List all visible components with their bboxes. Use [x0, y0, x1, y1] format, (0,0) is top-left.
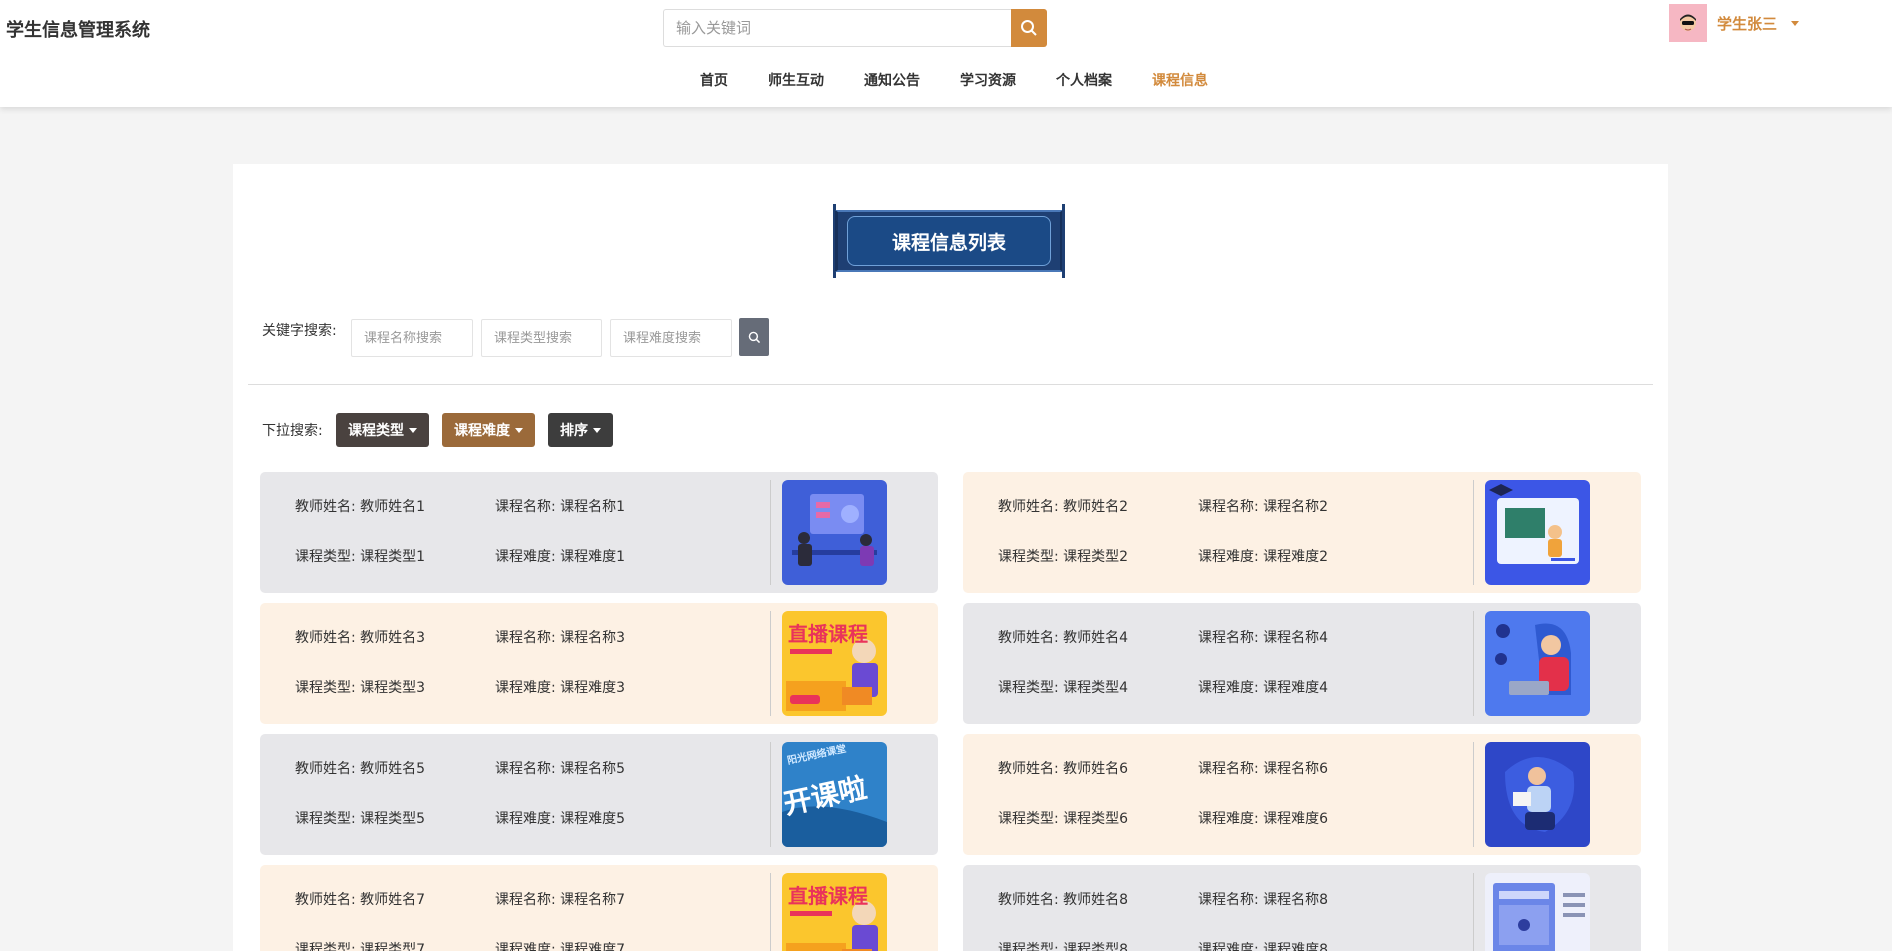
teacher-name: 教师姓名: 教师姓名5 [295, 761, 426, 777]
course-thumbnail[interactable] [1485, 611, 1590, 716]
course-difficulty: 课程难度: 课程难度8 [1198, 942, 1329, 951]
chevron-down-icon [1791, 20, 1800, 26]
user-menu[interactable]: 学生张三 [1669, 4, 1800, 42]
course-difficulty: 课程难度: 课程难度3 [495, 680, 626, 696]
avatar-face-icon [1680, 14, 1696, 31]
card-divider [770, 742, 771, 847]
card-divider [1473, 480, 1474, 585]
nav-item-3[interactable]: 学习资源 [940, 70, 1036, 90]
course-name: 课程名称: 课程名称7 [495, 892, 626, 908]
top-header: 学生信息管理系统 学生张三 首页师生互动通知公告学习资源个人档案课程信息 [0, 0, 1892, 107]
scroll-rod-right [1062, 204, 1065, 278]
course-thumbnail[interactable]: 阳光网络课堂 开课啦 [782, 742, 887, 847]
global-search [663, 9, 1047, 47]
nav-item-4[interactable]: 个人档案 [1036, 70, 1132, 90]
card-divider [770, 873, 771, 951]
sort-dropdown[interactable]: 排序 [548, 413, 613, 447]
course-type: 课程类型: 课程类型4 [998, 680, 1129, 696]
keyword-search-button[interactable] [739, 318, 769, 356]
course-name: 课程名称: 课程名称4 [1198, 630, 1329, 646]
card-divider [1473, 611, 1474, 716]
course-difficulty-dropdown[interactable]: 课程难度 [442, 413, 535, 447]
course-name: 课程名称: 课程名称1 [495, 499, 626, 515]
course-card[interactable]: 教师姓名: 教师姓名1 课程名称: 课程名称1 课程类型: 课程类型1 课程难度… [260, 472, 938, 593]
card-divider [1473, 742, 1474, 847]
nav-item-0[interactable]: 首页 [680, 70, 748, 90]
dropdown-label: 课程难度 [454, 423, 510, 439]
course-difficulty: 课程难度: 课程难度6 [1198, 811, 1329, 827]
course-type: 课程类型: 课程类型7 [295, 942, 426, 951]
course-card[interactable]: 教师姓名: 教师姓名8 课程名称: 课程名称8 课程类型: 课程类型8 课程难度… [963, 865, 1641, 951]
course-difficulty: 课程难度: 课程难度2 [1198, 549, 1329, 565]
search-icon [1021, 20, 1037, 36]
keyword-search-label: 关键字搜索: [262, 323, 337, 339]
course-name: 课程名称: 课程名称3 [495, 630, 626, 646]
course-type: 课程类型: 课程类型2 [998, 549, 1129, 565]
course-type: 课程类型: 课程类型1 [295, 549, 426, 565]
nav-item-1[interactable]: 师生互动 [748, 70, 844, 90]
teacher-name: 教师姓名: 教师姓名7 [295, 892, 426, 908]
course-thumbnail[interactable] [782, 480, 887, 585]
course-card[interactable]: 教师姓名: 教师姓名2 课程名称: 课程名称2 课程类型: 课程类型2 课程难度… [963, 472, 1641, 593]
course-name: 课程名称: 课程名称2 [1198, 499, 1329, 515]
course-type: 课程类型: 课程类型3 [295, 680, 426, 696]
search-icon [748, 331, 760, 343]
dropdown-label: 课程类型 [348, 423, 404, 439]
course-type: 课程类型: 课程类型5 [295, 811, 426, 827]
user-name: 学生张三 [1717, 14, 1778, 33]
course-type: 课程类型: 课程类型8 [998, 942, 1129, 951]
card-divider [770, 480, 771, 585]
site-title: 学生信息管理系统 [6, 20, 150, 41]
card-divider [770, 611, 771, 716]
teacher-name: 教师姓名: 教师姓名8 [998, 892, 1129, 908]
course-difficulty-search-input[interactable] [610, 319, 732, 357]
dropdown-search-label: 下拉搜索: [262, 423, 323, 439]
card-divider [1473, 873, 1474, 951]
course-type: 课程类型: 课程类型6 [998, 811, 1129, 827]
course-name: 课程名称: 课程名称6 [1198, 761, 1329, 777]
course-card[interactable]: 教师姓名: 教师姓名3 课程名称: 课程名称3 课程类型: 课程类型3 课程难度… [260, 603, 938, 724]
course-name-search-input[interactable] [351, 319, 473, 357]
main-nav: 首页 师生互动 通知公告 学习资源 个人档案 课程信息 [680, 70, 1228, 90]
nav-item-5[interactable]: 课程信息 [1132, 70, 1228, 90]
page-title: 课程信息列表 [847, 216, 1051, 266]
teacher-name: 教师姓名: 教师姓名6 [998, 761, 1129, 777]
course-name: 课程名称: 课程名称5 [495, 761, 626, 777]
chevron-down-icon [593, 427, 601, 433]
svg-text:直播课程: 直播课程 [788, 622, 868, 646]
course-thumbnail[interactable]: 直播课程 [782, 873, 887, 951]
course-thumbnail[interactable] [1485, 480, 1590, 585]
teacher-name: 教师姓名: 教师姓名3 [295, 630, 426, 646]
course-difficulty: 课程难度: 课程难度7 [495, 942, 626, 951]
course-thumbnail[interactable] [1485, 742, 1590, 847]
course-card[interactable]: 教师姓名: 教师姓名4 课程名称: 课程名称4 课程类型: 课程类型4 课程难度… [963, 603, 1641, 724]
course-list-panel: 课程信息列表 关键字搜索: 下拉搜索: 课程类型 课程难度 排序 教师姓名: 教… [233, 164, 1668, 951]
course-card[interactable]: 教师姓名: 教师姓名7 课程名称: 课程名称7 课程类型: 课程类型7 课程难度… [260, 865, 938, 951]
dropdown-label: 排序 [560, 423, 588, 439]
course-thumbnail[interactable] [1485, 873, 1590, 951]
divider [248, 384, 1653, 385]
course-type-search-input[interactable] [481, 319, 602, 357]
global-search-button[interactable] [1011, 9, 1047, 47]
page-title-banner: 课程信息列表 [829, 204, 1069, 278]
nav-item-2[interactable]: 通知公告 [844, 70, 940, 90]
chevron-down-icon [515, 427, 523, 433]
course-name: 课程名称: 课程名称8 [1198, 892, 1329, 908]
course-card[interactable]: 教师姓名: 教师姓名5 课程名称: 课程名称5 课程类型: 课程类型5 课程难度… [260, 734, 938, 855]
course-difficulty: 课程难度: 课程难度1 [495, 549, 626, 565]
avatar [1669, 4, 1707, 42]
course-type-dropdown[interactable]: 课程类型 [336, 413, 429, 447]
course-difficulty: 课程难度: 课程难度4 [1198, 680, 1329, 696]
teacher-name: 教师姓名: 教师姓名1 [295, 499, 426, 515]
global-search-input[interactable] [663, 9, 1011, 47]
teacher-name: 教师姓名: 教师姓名2 [998, 499, 1129, 515]
teacher-name: 教师姓名: 教师姓名4 [998, 630, 1129, 646]
course-card[interactable]: 教师姓名: 教师姓名6 课程名称: 课程名称6 课程类型: 课程类型6 课程难度… [963, 734, 1641, 855]
course-thumbnail[interactable]: 直播课程 [782, 611, 887, 716]
svg-text:直播课程: 直播课程 [788, 884, 868, 908]
course-difficulty: 课程难度: 课程难度5 [495, 811, 626, 827]
chevron-down-icon [409, 427, 417, 433]
